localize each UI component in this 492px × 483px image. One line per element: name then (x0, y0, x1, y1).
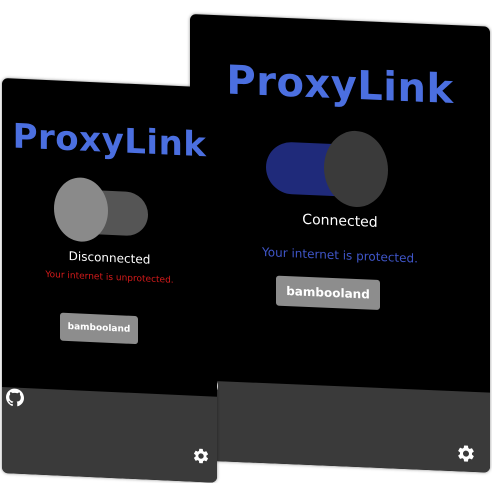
protection-status-message: Your internet is unprotected. (45, 269, 174, 286)
user-button[interactable]: bambooland (60, 312, 138, 345)
toggle-knob[interactable] (54, 176, 108, 243)
footer-bar (2, 387, 217, 483)
protection-status-message: Your internet is protected. (262, 245, 418, 266)
app-logo: ProxyLink (12, 116, 207, 166)
connection-status-label: Connected (302, 211, 378, 231)
gear-icon[interactable] (192, 447, 210, 466)
gear-icon[interactable] (456, 443, 476, 464)
user-button[interactable]: bambooland (276, 275, 380, 310)
connection-toggle[interactable] (266, 127, 392, 212)
footer-bar (190, 380, 490, 473)
app-logo: ProxyLink (226, 57, 454, 114)
connection-toggle[interactable] (54, 176, 150, 244)
toggle-knob[interactable] (324, 129, 388, 209)
disconnected-panel: ProxyLink Disconnected Your internet is … (2, 78, 217, 483)
connection-status-label: Disconnected (68, 249, 151, 267)
connected-panel: ProxyLink Connected Your internet is pro… (190, 14, 490, 473)
github-icon[interactable] (6, 388, 24, 407)
